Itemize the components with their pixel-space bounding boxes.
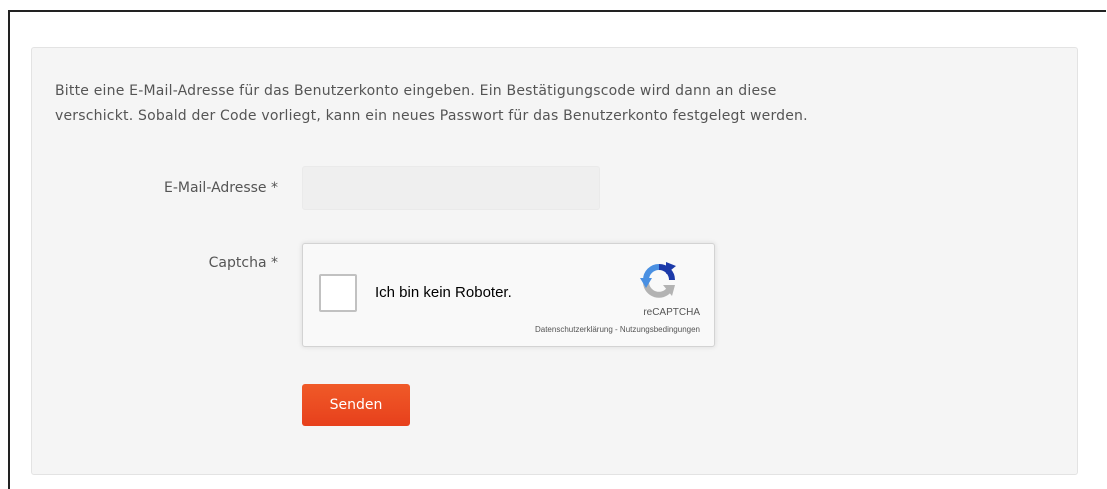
password-reset-panel: Bitte eine E-Mail-Adresse für das Benutz…: [31, 47, 1078, 475]
terms-link[interactable]: Nutzungsbedingungen: [620, 325, 700, 334]
email-field[interactable]: [302, 166, 600, 210]
privacy-link[interactable]: Datenschutzerklärung: [535, 325, 613, 334]
recaptcha-logo-icon: [640, 262, 676, 298]
recaptcha-links: Datenschutzerklärung - Nutzungsbedingung…: [535, 325, 700, 334]
captcha-label: Captcha *: [208, 255, 278, 271]
recaptcha-brand: reCAPTCHA: [643, 307, 700, 318]
email-label: E-Mail-Adresse *: [163, 180, 278, 196]
send-button[interactable]: Senden: [302, 384, 410, 426]
recaptcha-checkbox[interactable]: [319, 274, 357, 312]
link-separator: -: [612, 325, 620, 334]
recaptcha-widget: Ich bin kein Roboter. reCAPTCHA Datensch…: [302, 243, 715, 347]
page-frame: Bitte eine E-Mail-Adresse für das Benutz…: [8, 10, 1106, 489]
recaptcha-checkbox-label: Ich bin kein Roboter.: [375, 284, 512, 301]
intro-line-2: verschickt. Sobald der Code vorliegt, ka…: [55, 108, 808, 124]
intro-line-1: Bitte eine E-Mail-Adresse für das Benutz…: [55, 83, 777, 99]
intro-text: Bitte eine E-Mail-Adresse für das Benutz…: [55, 79, 1055, 129]
